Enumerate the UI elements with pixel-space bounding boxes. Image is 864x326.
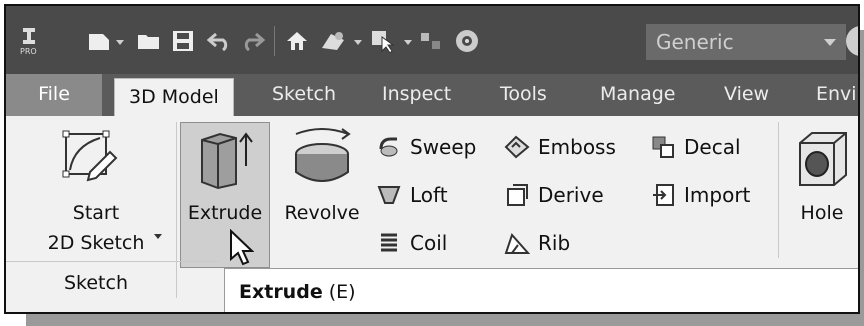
appearance-dropdown[interactable]: Generic [646,24,846,60]
import-label: Import [684,183,751,207]
hole-label[interactable]: Hole [792,202,852,224]
import-button[interactable]: Import [650,178,750,212]
coil-icon [376,230,402,256]
extrude-tooltip: Extrude (E) [224,268,858,312]
decal-button[interactable]: Decal [650,130,741,164]
svg-text:PRO: PRO [20,47,37,56]
mouse-cursor-icon [226,228,256,268]
open-folder-icon[interactable] [136,26,162,56]
coil-label: Coil [410,231,448,255]
extrude-label: Extrude [187,202,263,224]
select-icon[interactable] [368,26,398,56]
undo-icon[interactable] [206,26,232,56]
emboss-label: Emboss [538,135,616,159]
import-icon [650,182,676,208]
sketch-panel-bar [6,261,218,300]
rib-button[interactable]: Rib [504,226,570,260]
components-icon[interactable] [416,26,446,56]
emboss-icon [504,134,530,160]
emboss-button[interactable]: Emboss [504,130,616,164]
pro-logo-icon: PRO [16,26,42,56]
sphere-icon[interactable] [846,26,858,56]
derive-icon [504,182,530,208]
tooltip-shortcut: (E) [328,281,356,303]
save-icon[interactable] [170,26,196,56]
tab-file[interactable]: File [6,74,102,116]
start-2d-sketch-icon[interactable] [58,124,122,188]
start-sketch-label-1[interactable]: Start [46,202,146,224]
inventor-window: PRO Generic File 3D Model Sketch Inspect… [4,4,860,314]
material-dropdown-icon[interactable] [354,40,362,45]
derive-label: Derive [538,183,604,207]
group-separator [778,122,779,258]
coil-button[interactable]: Coil [376,226,447,260]
chevron-down-icon [824,39,836,46]
sweep-button[interactable]: Sweep [376,130,476,164]
start-sketch-dropdown-icon[interactable] [154,234,162,239]
appearance-icon[interactable] [452,26,482,56]
loft-button[interactable]: Loft [376,178,448,212]
decal-icon [650,134,676,160]
hole-icon[interactable] [792,124,852,194]
new-file-dropdown-icon[interactable] [116,40,124,45]
tab-sketch[interactable]: Sketch [258,74,350,116]
start-sketch-label-2[interactable]: 2D Sketch [36,232,156,254]
extrude-icon [190,124,260,194]
tab-view[interactable]: View [710,74,783,116]
tab-3d-model[interactable]: 3D Model [114,78,234,116]
toolbar-separator [274,26,275,56]
derive-button[interactable]: Derive [504,178,604,212]
loft-label: Loft [410,183,448,207]
loft-icon [376,182,402,208]
appearance-value: Generic [656,30,734,54]
quick-access-toolbar: PRO Generic [6,6,858,74]
tab-environments[interactable]: Envir [802,74,858,116]
new-file-icon[interactable] [86,26,112,56]
ribbon-tab-bar: File 3D Model Sketch Inspect Tools Manag… [6,74,858,116]
revolve-icon[interactable] [284,124,360,194]
material-icon[interactable] [318,26,348,56]
rib-label: Rib [538,231,571,255]
home-icon[interactable] [284,26,310,56]
decal-label: Decal [684,135,741,159]
select-dropdown-icon[interactable] [404,40,412,45]
revolve-label[interactable]: Revolve [276,202,368,224]
tab-inspect[interactable]: Inspect [368,74,465,116]
sweep-label: Sweep [410,135,477,159]
tooltip-title: Extrude [239,281,323,303]
tab-tools[interactable]: Tools [486,74,561,116]
sweep-icon [376,134,402,160]
rib-icon [504,230,530,256]
redo-icon[interactable] [240,26,266,56]
tab-manage[interactable]: Manage [586,74,689,116]
